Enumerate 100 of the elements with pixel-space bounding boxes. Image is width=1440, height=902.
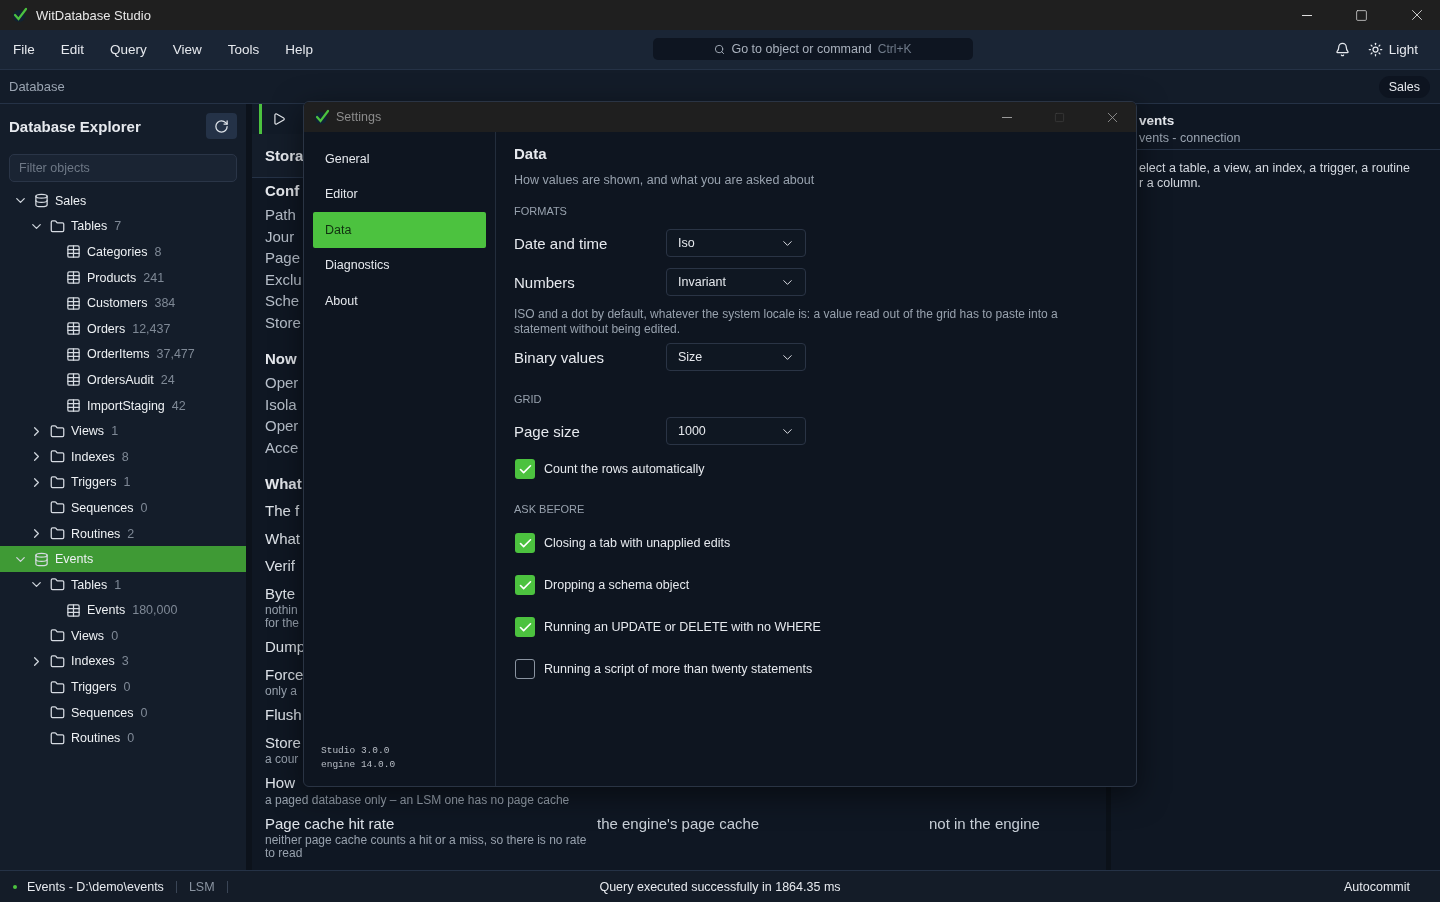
setting-label: Date and time: [514, 234, 609, 252]
folder-icon: [50, 423, 65, 439]
tree-item[interactable]: Tables 7: [0, 213, 246, 240]
menu-item[interactable]: Query: [101, 36, 156, 63]
dropdown[interactable]: 1000: [666, 417, 806, 445]
tree-label: Categories: [87, 245, 148, 259]
tree-item[interactable]: ImportStaging 42: [0, 392, 246, 419]
notifications-icon[interactable]: [1334, 42, 1350, 57]
folder-icon: [50, 730, 65, 746]
settings-nav-item[interactable]: Diagnostics: [313, 247, 486, 283]
tree-item[interactable]: Indexes 3: [0, 648, 246, 675]
checkbox[interactable]: [515, 617, 535, 637]
tree-label: Views: [71, 628, 105, 643]
setting-label: Binary values: [514, 348, 606, 366]
feature-note: a cour: [265, 753, 299, 766]
menu-item[interactable]: Help: [276, 36, 323, 63]
setting-name: Acce: [265, 437, 299, 458]
tree-label: Products: [87, 270, 137, 285]
tree-label: OrderItems: [87, 347, 150, 362]
item-count: 1: [114, 577, 122, 592]
item-count: 37,477: [156, 347, 195, 362]
checkbox[interactable]: [515, 659, 535, 679]
section-title: Now: [265, 349, 297, 369]
setting-name: Path: [265, 205, 296, 225]
checkbox[interactable]: [515, 533, 535, 553]
tree-item[interactable]: Products 241: [0, 264, 246, 291]
feature-name: Dump: [265, 637, 305, 657]
item-count: 241: [143, 270, 165, 285]
tree-label: Indexes: [71, 654, 115, 669]
tree-label: Tables: [71, 219, 108, 234]
breadcrumb: Database: [9, 79, 66, 94]
table-icon: [66, 372, 81, 388]
folder-icon: [50, 500, 65, 516]
checkbox[interactable]: [515, 575, 535, 595]
table-icon: [66, 244, 81, 260]
setting-label: Page size: [514, 422, 581, 440]
version-text: Studio 3.0.0: [321, 744, 391, 758]
settings-nav-item[interactable]: General: [313, 141, 486, 177]
settings-nav-item[interactable]: Editor: [313, 176, 486, 212]
database-badge: Sales: [1378, 75, 1430, 98]
tree-item[interactable]: Triggers 0: [0, 674, 246, 700]
settings-nav-item[interactable]: About: [313, 283, 486, 319]
tree-label: Tables: [71, 577, 108, 592]
setting-name: Oper: [265, 373, 299, 393]
tree-label: Routines: [71, 731, 121, 746]
menu-item[interactable]: View: [163, 36, 211, 63]
tree-item[interactable]: Orders 12,437: [0, 315, 246, 342]
item-count: 180,000: [132, 603, 178, 618]
table-icon: [66, 295, 81, 311]
dropdown[interactable]: Size: [666, 343, 806, 371]
transaction-mode: Autocommit: [1344, 879, 1410, 894]
menu-item[interactable]: File: [4, 36, 44, 63]
connection-label: Events - D:\demo\events: [27, 879, 164, 894]
checkbox-label: Running an UPDATE or DELETE with no WHERE: [544, 620, 821, 634]
minimize-icon: [1301, 14, 1312, 16]
tree-label: Sequences: [71, 500, 134, 515]
refresh-button[interactable]: [206, 113, 237, 139]
folder-icon: [50, 526, 65, 541]
checkbox[interactable]: [515, 459, 535, 479]
tree-item[interactable]: Customers 384: [0, 290, 246, 316]
folder-icon: [50, 654, 65, 669]
dropdown[interactable]: Invariant: [666, 268, 806, 296]
item-count: 1: [111, 424, 119, 439]
panel-title: Stora: [265, 147, 304, 164]
filter-field[interactable]: Filter objects: [9, 154, 237, 182]
dropdown[interactable]: Iso: [666, 229, 806, 257]
tree-item[interactable]: Views 0: [0, 623, 246, 649]
feature-name: Force: [265, 664, 304, 685]
tree-item[interactable]: Events 180,000: [0, 597, 246, 624]
tree-item[interactable]: OrderItems 37,477: [0, 341, 246, 368]
tree-item[interactable]: Indexes 8: [0, 443, 246, 470]
tree-item[interactable]: Tables 1: [0, 571, 246, 598]
settings-nav-item[interactable]: Data: [313, 212, 486, 248]
tree-item[interactable]: Sequences 0: [0, 495, 246, 521]
feature-name: What: [265, 528, 300, 549]
feature-name: Verif: [265, 556, 295, 576]
tree-item[interactable]: OrdersAudit 24: [0, 367, 246, 393]
database-icon: [34, 551, 49, 567]
tree-item[interactable]: Sequences 0: [0, 699, 246, 726]
menu-item[interactable]: Tools: [218, 36, 269, 63]
tree-item[interactable]: Routines 0: [0, 725, 246, 752]
folder-icon: [50, 577, 65, 593]
menu-item[interactable]: Edit: [51, 36, 94, 63]
tree-item[interactable]: Routines 2: [0, 520, 246, 547]
theme-toggle-button[interactable]: Light: [1367, 42, 1418, 57]
item-count: 0: [140, 500, 148, 515]
run-icon[interactable]: [272, 112, 286, 126]
dialog-title: Settings: [336, 110, 383, 124]
tree-item[interactable]: Sales: [0, 188, 246, 214]
tree-label: Triggers: [71, 680, 117, 695]
tree-label: Views: [71, 424, 105, 439]
tree-item[interactable]: Categories 8: [0, 239, 246, 265]
tree-label: Sales: [55, 193, 87, 208]
feature-note: only a: [265, 685, 298, 698]
maximize-icon: [1054, 111, 1065, 123]
feature-note: nothin: [265, 604, 298, 617]
tree-item[interactable]: Triggers 1: [0, 469, 246, 496]
feature-name: Byte: [265, 583, 295, 604]
tree-item[interactable]: Views 1: [0, 418, 246, 444]
command-search-field[interactable]: Go to object or command Ctrl+K: [653, 38, 973, 60]
